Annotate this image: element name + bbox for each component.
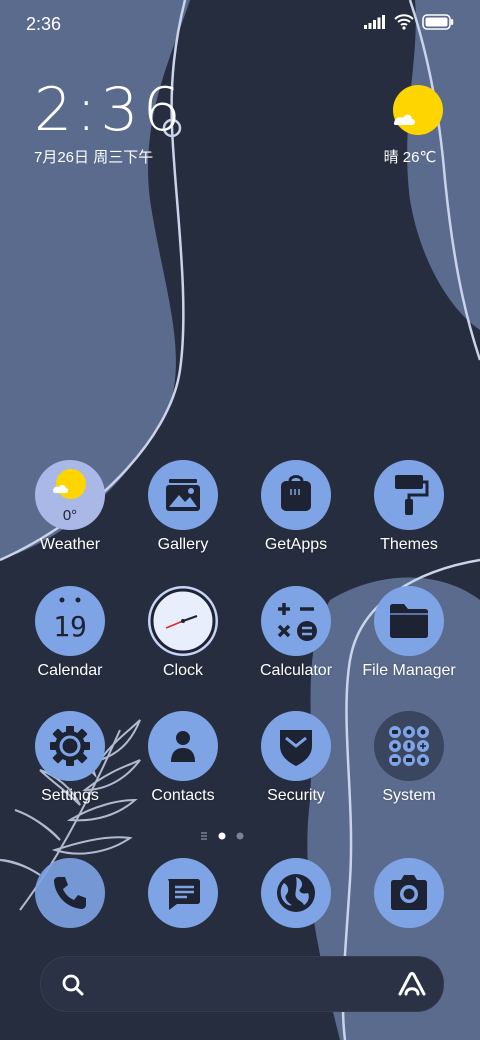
weather-widget[interactable]: 晴 26℃ <box>384 84 444 167</box>
dock-phone[interactable] <box>15 858 125 928</box>
app-label: Settings <box>41 787 99 804</box>
app-getapps[interactable]: GetApps <box>241 460 351 554</box>
app-label: Weather <box>39 536 101 553</box>
page-dot-active <box>218 832 226 840</box>
dock-browser[interactable] <box>241 858 351 928</box>
app-label: Security <box>267 787 325 804</box>
gallery-icon <box>148 460 218 530</box>
contacts-icon <box>148 711 218 781</box>
clock-widget[interactable]: 2:36 7月26日 周三下午 <box>34 78 185 167</box>
app-label: GetApps <box>264 536 328 553</box>
wifi-icon <box>394 14 414 30</box>
app-clock[interactable]: Clock <box>128 586 238 680</box>
status-bar: 2:36 <box>0 0 480 50</box>
security-icon <box>261 711 331 781</box>
calculator-icon <box>261 586 331 656</box>
dock-camera[interactable] <box>354 858 464 928</box>
messages-icon <box>148 858 218 928</box>
app-file-manager[interactable]: File Manager <box>354 586 464 680</box>
battery-icon <box>422 14 454 30</box>
app-label: Themes <box>380 536 438 553</box>
app-calendar[interactable]: 19 Calendar <box>15 586 125 680</box>
phone-icon <box>35 858 105 928</box>
page-indicator[interactable] <box>200 830 250 842</box>
folder-icon <box>374 586 444 656</box>
clock-icon <box>148 586 218 656</box>
app-label: Clock <box>162 662 203 679</box>
search-icon[interactable] <box>61 973 85 997</box>
calendar-icon: 19 <box>35 586 105 656</box>
dock-messages[interactable] <box>128 858 238 928</box>
search-bar[interactable] <box>40 956 444 1012</box>
sun-icon <box>392 84 443 135</box>
assistant-icon[interactable] <box>397 971 427 997</box>
page-dot <box>236 832 244 840</box>
app-calculator[interactable]: Calculator <box>241 586 351 680</box>
getapps-icon <box>261 460 331 530</box>
gear-icon <box>35 711 105 781</box>
app-label: Calculator <box>259 662 333 679</box>
app-system[interactable]: System <box>354 711 464 805</box>
app-security[interactable]: Security <box>241 711 351 805</box>
weather-badge: 0° <box>63 507 77 524</box>
themes-icon <box>374 460 444 530</box>
app-label: Calendar <box>37 662 103 679</box>
status-time: 2:36 <box>26 14 62 34</box>
status-icons <box>364 14 454 30</box>
calendar-day: 19 <box>53 610 87 643</box>
signal-icon <box>364 15 385 29</box>
camera-icon <box>374 858 444 928</box>
app-label: File Manager <box>362 662 456 679</box>
widget-time: 2:36 <box>34 75 185 145</box>
page-list-icon <box>201 832 207 840</box>
weather-text: 晴 26℃ <box>383 149 437 166</box>
app-weather[interactable]: 0° Weather <box>15 460 125 554</box>
app-label: Contacts <box>151 787 215 804</box>
app-gallery[interactable]: Gallery <box>128 460 238 554</box>
widget-date: 7月26日 周三下午 <box>34 149 154 166</box>
browser-icon <box>261 858 331 928</box>
weather-icon: 0° <box>35 460 105 530</box>
app-label: System <box>382 787 436 804</box>
system-folder-icon <box>374 711 444 781</box>
app-label: Gallery <box>157 536 209 553</box>
app-settings[interactable]: Settings <box>15 711 125 805</box>
app-themes[interactable]: Themes <box>354 460 464 554</box>
app-contacts[interactable]: Contacts <box>128 711 238 805</box>
